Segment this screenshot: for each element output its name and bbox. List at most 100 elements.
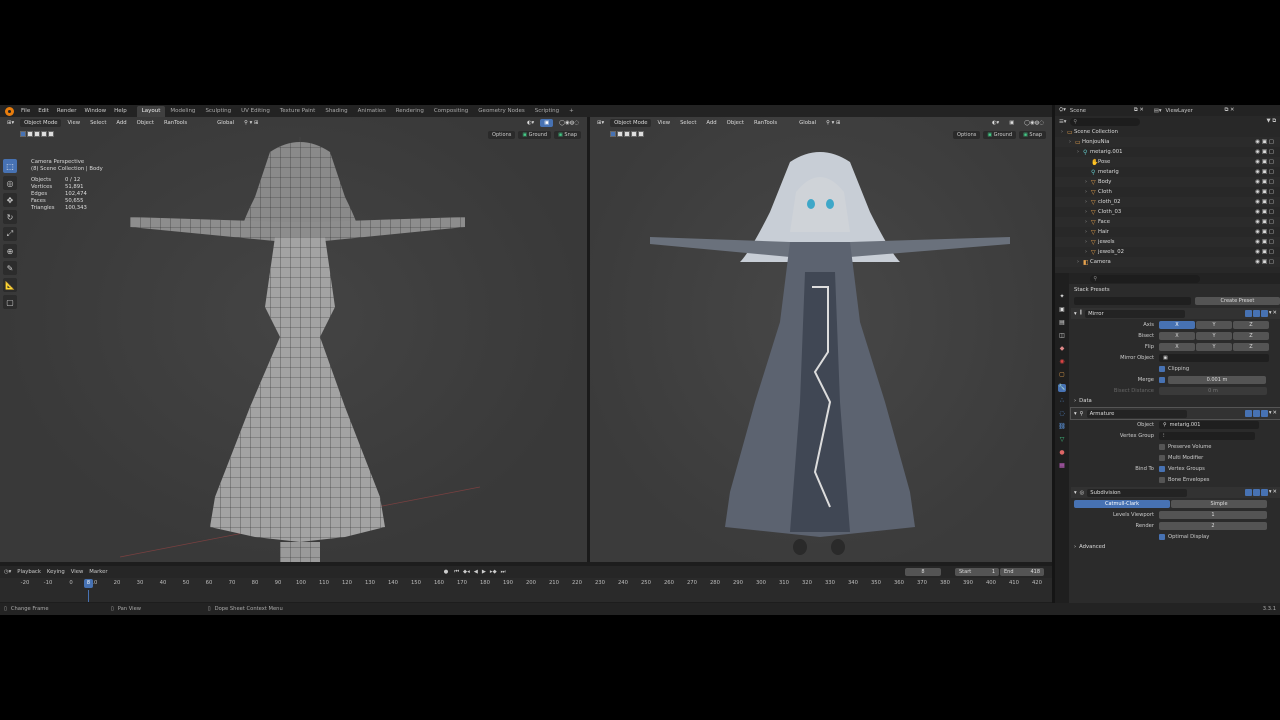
armature-modifier-header[interactable]: ▾ ⚲ Armature ▾ ✕ [1070, 407, 1280, 420]
chevron-down-icon[interactable]: ▾ [1074, 411, 1077, 417]
add-cube-icon[interactable]: ▢ [3, 295, 17, 309]
visibility-toggles[interactable]: ◉ ▣ ▢ [1255, 219, 1274, 225]
dropdown-icon[interactable]: ▾ [1269, 310, 1272, 317]
overlay-icon[interactable]: ◐▾ [523, 119, 538, 127]
tab-uv-editing[interactable]: UV Editing [236, 106, 275, 117]
timeline-ruler[interactable]: -20 -10 0 10 20 30 40 50 60 70 80 90 100 110 120 130 140… [0, 578, 1052, 590]
menu-rantools[interactable]: RanTools [750, 119, 781, 127]
view-layer-icon[interactable]: ▤▾ [1154, 108, 1162, 114]
menu-playback[interactable]: Playback [17, 569, 41, 575]
visibility-toggles[interactable]: ◉ ▣ ▢ [1255, 159, 1274, 165]
close-icon[interactable]: ✕ [1273, 410, 1277, 417]
flip-y-toggle[interactable]: Y [1196, 342, 1232, 351]
timeline-body[interactable] [0, 590, 1052, 602]
menu-object[interactable]: Object [133, 119, 158, 127]
multi-modifier-checkbox[interactable] [1159, 454, 1165, 461]
render-icon[interactable] [1260, 410, 1268, 417]
visibility-toggles[interactable]: ◉ ▣ ▢ [1255, 209, 1274, 215]
scene-tab-icon[interactable]: ◆ [1058, 345, 1066, 353]
cursor-icon[interactable]: ◎ [3, 176, 17, 190]
view-layer-tab-icon[interactable]: ◫ [1058, 332, 1066, 340]
menu-add[interactable]: Add [702, 119, 720, 127]
playhead[interactable]: 8 [84, 579, 93, 588]
outliner-row-cloth-03[interactable]: › ▽ Cloth_03 ◉ ▣ ▢ [1055, 207, 1280, 217]
outliner-row-metarig-001[interactable]: › ⚲ metarig.001 ◉ ▣ ▢ [1055, 147, 1280, 157]
options-button[interactable]: Options [488, 131, 516, 139]
simple-button[interactable]: Simple [1171, 499, 1267, 508]
optimal-display-checkbox[interactable] [1159, 533, 1165, 540]
outliner-row-jewels[interactable]: › ▽ jewels ◉ ▣ ▢ [1055, 237, 1280, 247]
select-box-icon[interactable]: ⬚ [3, 159, 17, 173]
view-layer-actions-icon[interactable]: ⧉ ✕ [1224, 107, 1234, 114]
jump-end-icon[interactable]: ⏭ [501, 569, 506, 576]
tab-scripting[interactable]: Scripting [530, 106, 564, 117]
vertex-group-field[interactable]: ⁝ [1159, 431, 1255, 440]
annotate-icon[interactable]: ✎ [3, 261, 17, 275]
menu-select[interactable]: Select [86, 119, 110, 127]
select-extend-icon[interactable] [27, 131, 33, 137]
preserve-volume-checkbox[interactable] [1159, 443, 1165, 450]
subdivision-modifier-name[interactable]: Subdivision [1087, 488, 1188, 497]
menu-file[interactable]: File [17, 105, 34, 117]
merge-distance-field[interactable]: 0.001 m [1168, 375, 1266, 384]
physics-tab-icon[interactable]: ◌ [1058, 410, 1066, 418]
viewport-icon[interactable] [1252, 489, 1260, 496]
select-new-icon[interactable] [20, 131, 26, 137]
world-tab-icon[interactable]: ◉ [1058, 358, 1066, 366]
material-tab-icon[interactable]: ● [1058, 449, 1066, 457]
editor-type-icon[interactable]: ⊞▾ [593, 119, 608, 127]
mirror-object-field[interactable]: ▣ [1159, 353, 1269, 362]
flip-x-toggle[interactable]: X [1159, 342, 1195, 351]
subdivision-modifier-header[interactable]: ▾ ◎ Subdivision ▾ ✕ [1071, 487, 1280, 498]
dropdown-icon[interactable]: ▾ [1269, 410, 1272, 417]
render-icon[interactable] [1260, 489, 1268, 496]
orientation-select[interactable]: Global [213, 119, 238, 127]
outliner-row-scene-collection[interactable]: › ▭ Scene Collection [1055, 127, 1280, 137]
particles-tab-icon[interactable]: ∴ [1058, 397, 1066, 405]
chevron-down-icon[interactable]: ▾ [1074, 490, 1077, 496]
ground-button[interactable]: Ground [518, 131, 552, 139]
select-subtract-icon[interactable] [624, 131, 630, 137]
menu-help[interactable]: Help [110, 105, 131, 117]
tab-texture-paint[interactable]: Texture Paint [275, 106, 321, 117]
tab-sculpting[interactable]: Sculpting [200, 106, 236, 117]
preset-field[interactable] [1074, 296, 1191, 305]
tool-tab-icon[interactable]: ✦ [1058, 293, 1066, 301]
edit-mode-icon[interactable] [1244, 310, 1252, 317]
shading-modes-icon[interactable]: ◯◉◍◌ [555, 119, 583, 127]
measure-icon[interactable]: 📐 [3, 278, 17, 292]
viewport-icon[interactable] [1252, 310, 1260, 317]
menu-marker[interactable]: Marker [89, 569, 107, 575]
tab-compositing[interactable]: Compositing [429, 106, 473, 117]
outliner-row-pose[interactable]: ✋ Pose ◉ ▣ ▢ [1055, 157, 1280, 167]
levels-viewport-field[interactable]: 1 [1159, 510, 1267, 519]
menu-window[interactable]: Window [80, 105, 110, 117]
select-subtract-icon[interactable] [34, 131, 40, 137]
constraints-tab-icon[interactable]: ⛓ [1058, 423, 1066, 431]
clipping-checkbox[interactable] [1159, 365, 1165, 372]
shading-modes-icon[interactable]: ◯◉◍◌ [1020, 119, 1048, 127]
outliner-row-jewels-02[interactable]: › ▽ jewels_02 ◉ ▣ ▢ [1055, 247, 1280, 257]
tab-animation[interactable]: Animation [353, 106, 391, 117]
outliner-search-input[interactable]: ⚲ [1070, 117, 1141, 126]
vertex-groups-checkbox[interactable] [1159, 465, 1165, 472]
view-layer-name[interactable]: ViewLayer [1165, 108, 1220, 114]
xray-icon[interactable]: ▣ [1005, 119, 1018, 127]
axis-y-toggle[interactable]: Y [1196, 320, 1232, 329]
merge-checkbox[interactable] [1159, 376, 1165, 383]
menu-keying[interactable]: Keying [47, 569, 65, 575]
transform-icon[interactable]: ⊕ [3, 244, 17, 258]
menu-rantools[interactable]: RanTools [160, 119, 191, 127]
scene-icon[interactable]: ⛭▾ [1059, 107, 1066, 114]
visibility-toggles[interactable]: ◉ ▣ ▢ [1255, 199, 1274, 205]
render-levels-field[interactable]: 2 [1159, 521, 1267, 530]
orientation-select[interactable]: Global [795, 119, 820, 127]
menu-object[interactable]: Object [723, 119, 748, 127]
viewport-wireframe[interactable]: ⊞▾ Object Mode View Select Add Object Ra… [0, 117, 587, 562]
editor-type-icon[interactable]: ◷▾ [4, 569, 11, 575]
scene-name[interactable]: Scene [1070, 108, 1130, 114]
outliner-row-cloth-02[interactable]: › ▽ cloth_02 ◉ ▣ ▢ [1055, 197, 1280, 207]
tab-layout[interactable]: Layout [136, 105, 166, 117]
tab-shading[interactable]: Shading [320, 106, 352, 117]
mirror-modifier-header[interactable]: ▾ ⫼ Mirror ▾ ✕ [1071, 308, 1280, 319]
